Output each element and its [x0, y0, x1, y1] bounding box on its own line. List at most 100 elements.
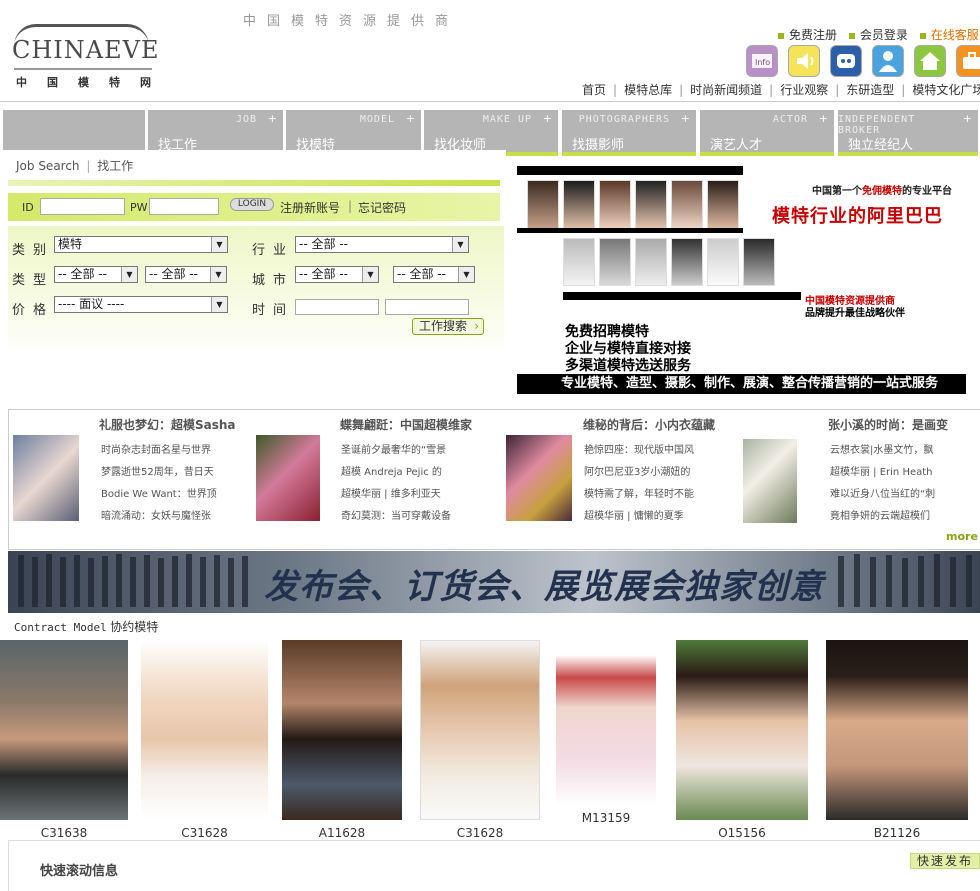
id-input[interactable]	[40, 198, 125, 215]
banner-black-bar	[563, 292, 801, 300]
news-link[interactable]: 暗流涌动：女妖与魔怪张	[101, 507, 211, 522]
price-select[interactable]: ---- 面议 ---- ▼	[54, 296, 228, 313]
job-search-button[interactable]: 工作搜索 ›	[412, 318, 484, 335]
time-end-input[interactable]	[385, 299, 469, 315]
plus-icon: +	[962, 112, 972, 125]
forgot-password-link[interactable]: 忘记密码	[358, 199, 406, 216]
bullet-icon	[778, 32, 784, 39]
model-photo	[707, 180, 739, 230]
news-link[interactable]: 超模华丽 | 慵懒的夏季	[584, 507, 684, 522]
user-icon[interactable]	[872, 45, 904, 77]
nav-styling[interactable]: 东研造型	[846, 83, 894, 97]
news-thumbnail[interactable]	[256, 435, 320, 521]
password-input[interactable]	[149, 198, 219, 215]
category-select[interactable]: 模特 ▼	[54, 236, 228, 253]
type-select-1[interactable]: -- 全部 -- ▼	[54, 266, 138, 283]
industry-select[interactable]: -- 全部 -- ▼	[295, 236, 469, 253]
news-title[interactable]: 礼服也梦幻：超模Sasha	[99, 416, 236, 433]
model-card[interactable]: A11628	[282, 640, 402, 840]
type-select-2[interactable]: -- 全部 -- ▼	[145, 266, 227, 283]
news-link[interactable]: 梦露逝世52周年，昔日天	[101, 463, 214, 478]
model-photo	[420, 640, 540, 820]
news-link[interactable]: 竟相争妍的云端超模们	[830, 507, 930, 522]
register-account-link[interactable]: 注册新账号	[280, 199, 340, 216]
logo-wordmark: CHINAEVE	[12, 36, 160, 64]
svg-text:Info: Info	[755, 58, 770, 67]
tab-actor[interactable]: ACTOR + 演艺人才	[700, 110, 834, 156]
home-icon[interactable]	[914, 45, 946, 77]
model-card[interactable]: C31628	[420, 640, 540, 840]
briefcase-icon[interactable]	[956, 45, 980, 77]
model-card[interactable]: C31638	[0, 640, 128, 840]
news-link[interactable]: 难以近身八位当红的“刺	[830, 485, 935, 500]
scroll-info-box	[8, 840, 980, 891]
model-code: M13159	[581, 811, 631, 825]
model-code: C31628	[181, 826, 228, 840]
news-link[interactable]: 时尚杂志封面名星与世界	[101, 441, 211, 456]
model-photo	[141, 640, 268, 820]
more-link[interactable]: more	[946, 530, 978, 543]
nav-industry[interactable]: 行业观察	[780, 83, 828, 97]
tab-photographers[interactable]: PHOTOGRAPHERS + 找摄影师	[562, 110, 696, 156]
bullet-icon	[848, 32, 855, 39]
model-code: A11628	[318, 826, 366, 840]
model-card[interactable]: C31628	[141, 640, 268, 840]
info-icon[interactable]: Info	[746, 45, 778, 77]
model-photo	[671, 238, 703, 286]
news-thumbnail[interactable]	[743, 439, 797, 523]
model-photo	[599, 180, 631, 230]
contract-model-heading: Contract Model 协约模特	[14, 620, 159, 634]
model-card[interactable]: B21126	[826, 640, 968, 840]
promo-banner[interactable]: 中国第一个免佣模特的专业平台 模特行业的阿里巴巴 中国模特资源提供商 品牌提升最…	[517, 166, 980, 394]
login-button[interactable]: LOGIN	[230, 198, 274, 211]
banner-black-bar	[517, 166, 743, 175]
model-photo	[563, 180, 595, 230]
tab-broker[interactable]: INDEPENDENT BROKER + 独立经纪人	[838, 110, 978, 156]
speaker-icon[interactable]	[788, 45, 820, 77]
news-link[interactable]: 阿尔巴尼亚3岁小潮妞的	[584, 463, 690, 478]
time-start-input[interactable]	[295, 299, 379, 315]
event-ad-banner[interactable]: 发布会、订货会、展览展会独家创意	[8, 551, 980, 613]
login-link[interactable]: 会员登录	[848, 28, 908, 42]
banner-black-bar	[517, 228, 743, 233]
site-logo[interactable]: CHINAEVE 中国模特网	[8, 22, 158, 92]
nav-fashion-news[interactable]: 时尚新闻频道	[690, 83, 762, 97]
nav-home[interactable]: 首页	[582, 83, 606, 97]
news-link[interactable]: 圣诞前夕最奢华的“雪景	[341, 441, 446, 456]
register-link[interactable]: 免费注册	[778, 28, 837, 42]
chevron-down-icon: ▼	[458, 267, 474, 282]
header-divider	[0, 101, 980, 102]
model-code: C31638	[40, 826, 88, 840]
news-link[interactable]: 超模 Andreja Pejic 的	[341, 463, 442, 478]
quick-icons: Info	[745, 45, 980, 78]
model-photo	[826, 640, 968, 820]
nav-model-library[interactable]: 模特总库	[624, 83, 672, 97]
news-title[interactable]: 维秘的背后：小内衣蕴藏	[583, 416, 715, 433]
online-service-link[interactable]: 在线客服	[919, 28, 979, 42]
login-row: ID PW LOGIN 注册新账号 | 忘记密码	[8, 193, 500, 221]
news-link[interactable]: 云想衣裳|水墨文竹，飘	[830, 441, 933, 456]
model-card[interactable]: M13159	[556, 655, 656, 840]
news-title[interactable]: 蝶舞翩跹：中国超模维家	[340, 416, 472, 433]
news-thumbnail[interactable]	[13, 435, 79, 521]
news-link[interactable]: 超模华丽 | Erin Heath	[830, 463, 933, 478]
news-link[interactable]: 模特需了解，年轻时不能	[584, 485, 694, 500]
model-photo	[0, 640, 128, 820]
news-title[interactable]: 张小溪的时尚：是画变	[828, 416, 948, 433]
news-link[interactable]: 超模华丽 | 维多利亚天	[341, 485, 441, 500]
city-select-1[interactable]: -- 全部 -- ▼	[295, 266, 379, 283]
model-photo	[671, 180, 703, 230]
news-link[interactable]: 艳惊四座：现代版中国风	[584, 441, 694, 456]
chevron-down-icon: ▼	[210, 267, 226, 282]
chevron-down-icon: ▼	[211, 237, 227, 252]
chat-icon[interactable]	[830, 45, 862, 77]
city-select-2[interactable]: -- 全部 -- ▼	[393, 266, 475, 283]
news-link[interactable]: 奇幻莫测：当可穿戴设备	[341, 507, 451, 522]
quick-publish-button[interactable]: 快速发布	[910, 853, 980, 869]
job-search-heading: Job Search | 找工作	[16, 159, 134, 173]
news-link[interactable]: Bodie We Want：世界顶	[101, 485, 217, 500]
news-thumbnail[interactable]	[506, 435, 572, 521]
green-band	[8, 180, 500, 186]
nav-culture[interactable]: 模特文化广场	[912, 83, 980, 97]
model-card[interactable]: O15156	[676, 640, 808, 840]
